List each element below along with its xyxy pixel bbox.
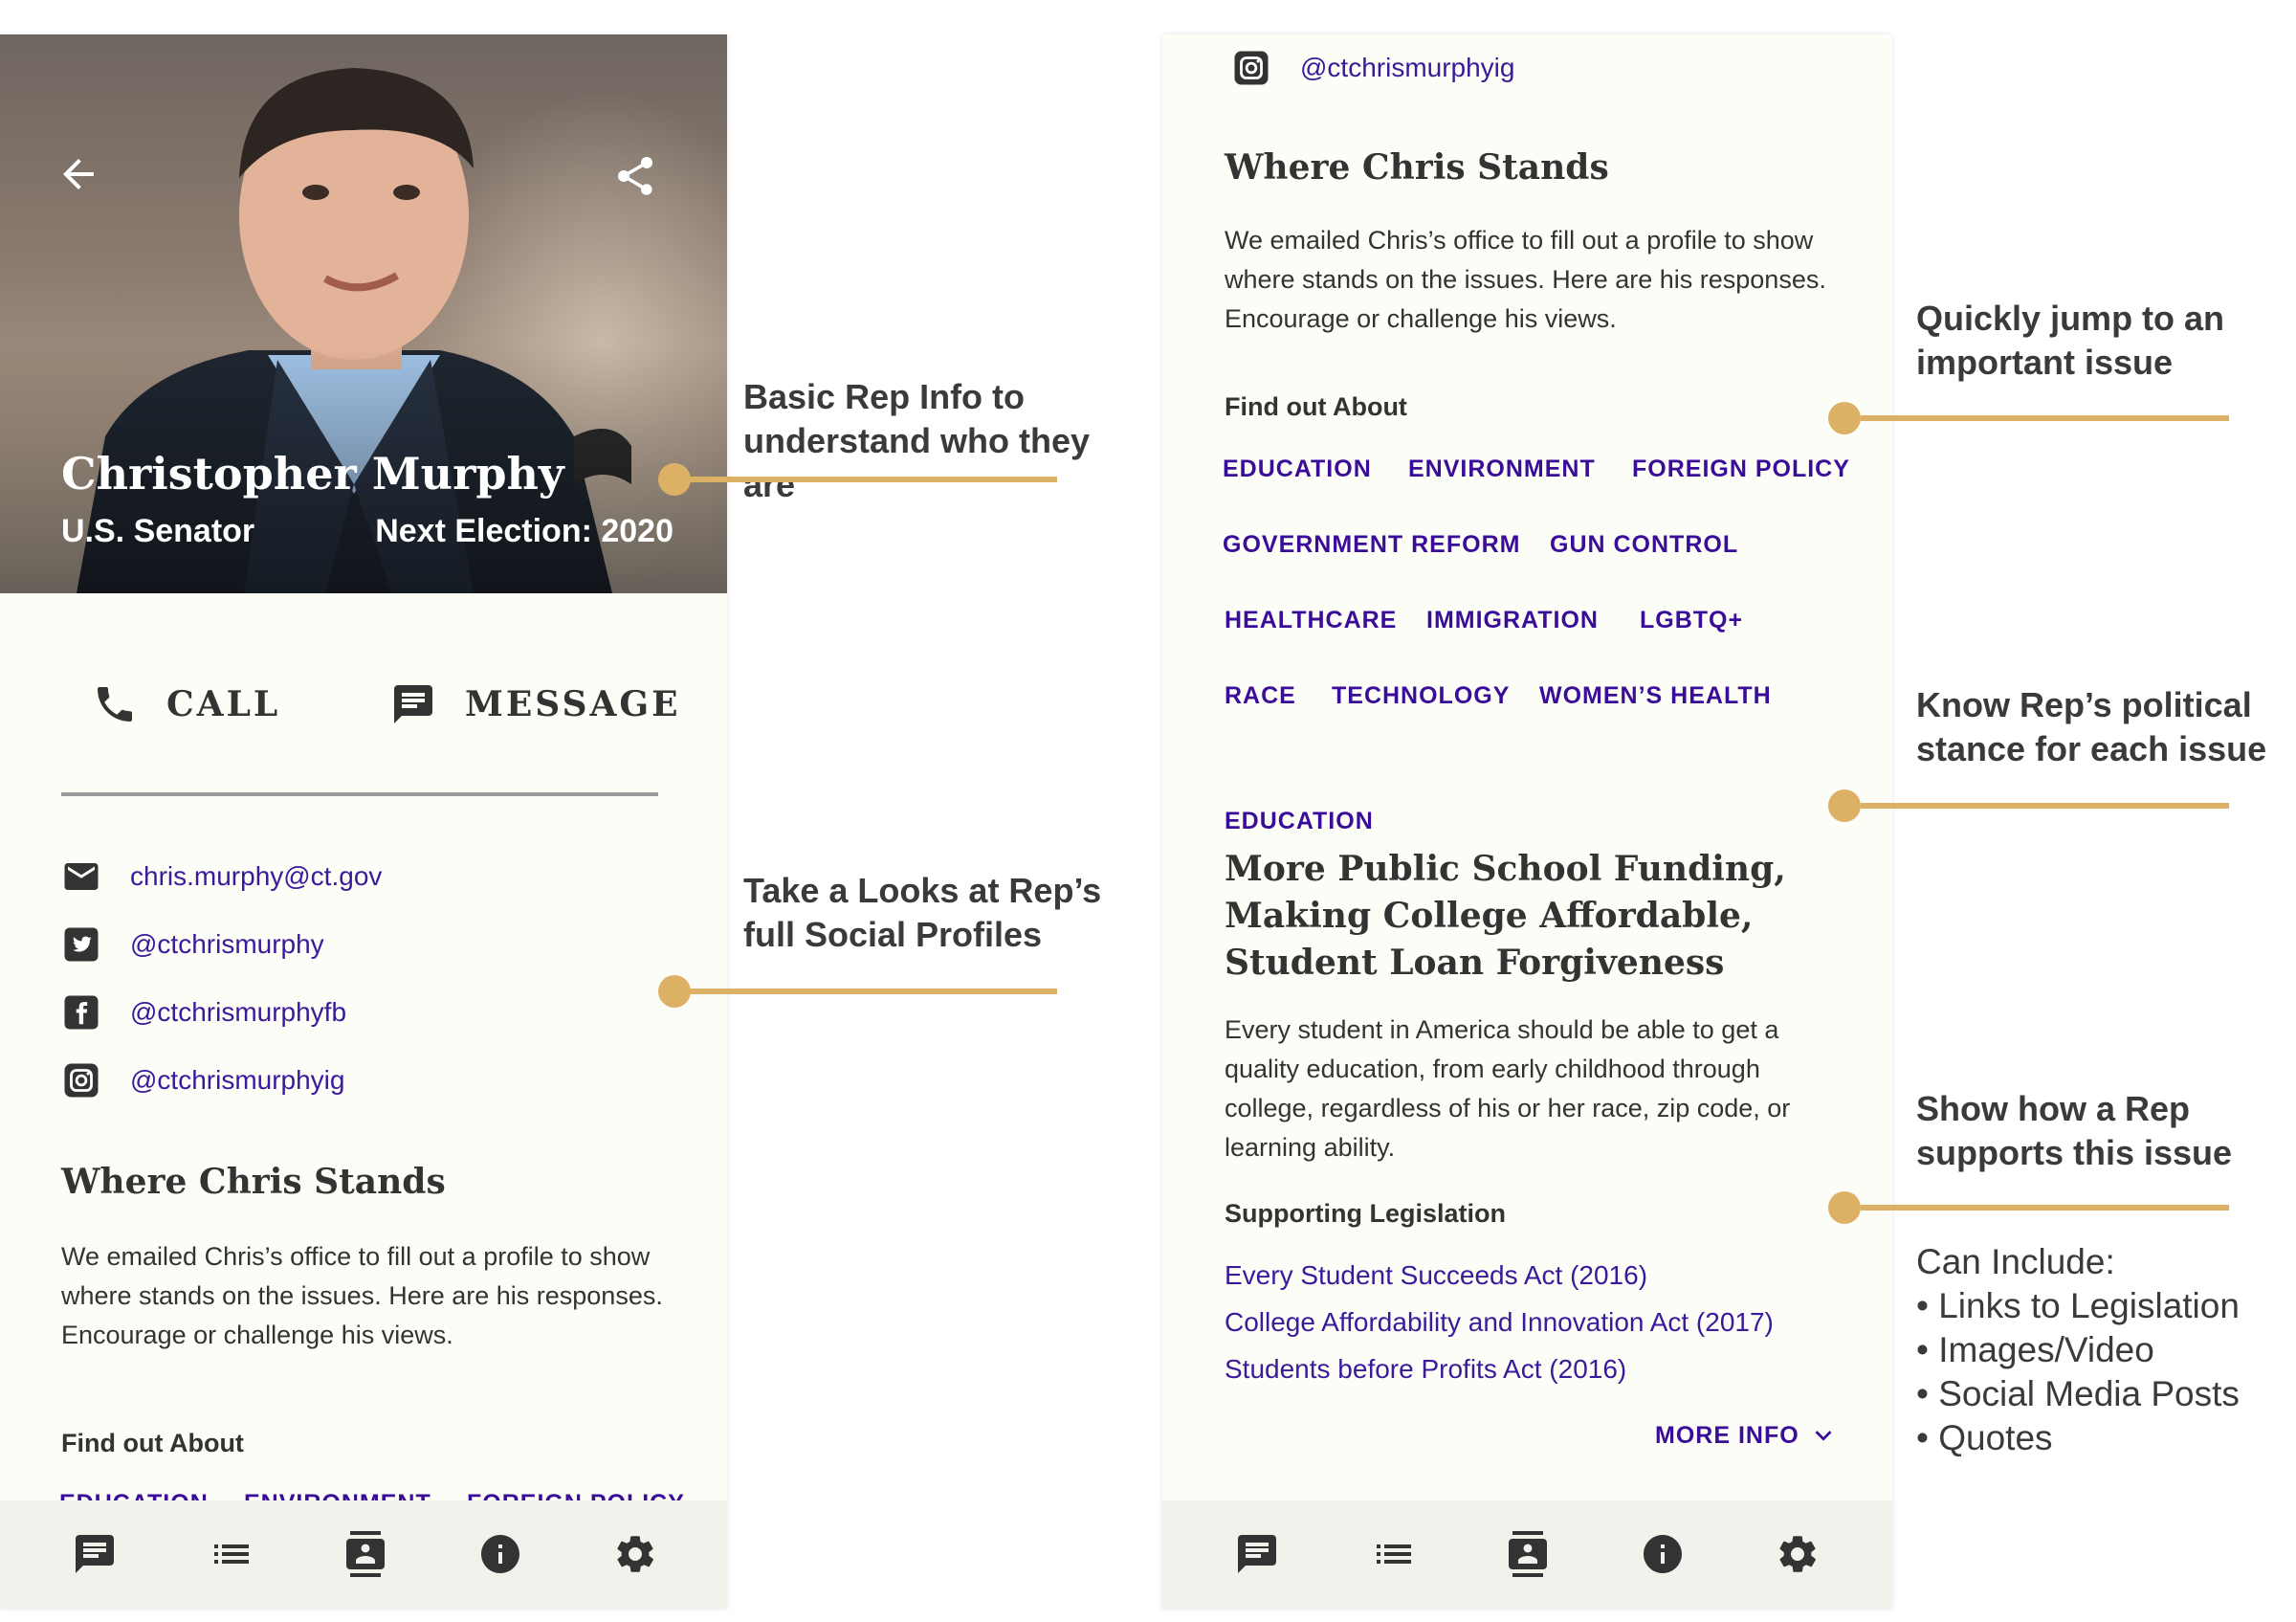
- instagram-link[interactable]: @ctchrismurphyig: [1231, 48, 1514, 88]
- info-icon[interactable]: [477, 1531, 523, 1577]
- rep-photo-header: Christopher Murphy U.S. Senator Next Ele…: [0, 34, 727, 593]
- info-icon[interactable]: [1640, 1531, 1686, 1577]
- message-button[interactable]: MESSAGE: [390, 681, 681, 727]
- topic-healthcare[interactable]: HEALTHCARE: [1225, 607, 1397, 634]
- legislation-label: Supporting Legislation: [1225, 1199, 1506, 1228]
- instagram-handle: @ctchrismurphyig: [1300, 53, 1515, 82]
- message-icon: [394, 685, 432, 723]
- profile-screen: Christopher Murphy U.S. Senator Next Ele…: [0, 34, 727, 1609]
- callout-dot: [1828, 402, 1861, 434]
- issue-screen: @ctchrismurphyig Where Chris Stands We e…: [1162, 34, 1892, 1609]
- issue-body: Every student in America should be able …: [1225, 1015, 1791, 1162]
- list-icon[interactable]: [209, 1531, 254, 1577]
- rep-role: U.S. Senator: [61, 513, 255, 549]
- topic-technology[interactable]: TECHNOLOGY: [1332, 682, 1510, 710]
- can-include-list: Can Include: • Links to Legislation • Im…: [1916, 1240, 2240, 1460]
- callout-line: [674, 477, 1057, 482]
- where-stands-body: We emailed Chris’s office to fill out a …: [61, 1242, 663, 1349]
- share-icon[interactable]: [612, 153, 658, 199]
- topic-environment[interactable]: ENVIRONMENT: [1408, 455, 1596, 483]
- where-stands-title: Where Chris Stands: [61, 1162, 446, 1202]
- topic-gun-control[interactable]: GUN CONTROL: [1550, 531, 1738, 559]
- topic-race[interactable]: RACE: [1225, 682, 1296, 710]
- message-label: MESSAGE: [465, 684, 681, 724]
- more-info-label: MORE INFO: [1655, 1421, 1799, 1449]
- more-info-button[interactable]: MORE INFO: [1655, 1419, 1840, 1452]
- legislation-link[interactable]: College Affordability and Innovation Act…: [1225, 1307, 1774, 1338]
- callout-dot: [658, 975, 691, 1008]
- twitter-link[interactable]: @ctchrismurphy: [61, 924, 324, 965]
- chat-icon[interactable]: [72, 1531, 118, 1577]
- issue-title: More Public School Funding, Making Colle…: [1225, 849, 1786, 983]
- topic-womens-health[interactable]: WOMEN’S HEALTH: [1539, 682, 1772, 710]
- find-out-label: Find out About: [61, 1429, 244, 1457]
- next-election: Next Election: 2020: [375, 513, 673, 549]
- facebook-icon: [64, 995, 99, 1030]
- facebook-link[interactable]: @ctchrismurphyfb: [61, 992, 346, 1033]
- email-link[interactable]: chris.murphy@ct.gov: [61, 856, 382, 897]
- include-item: • Quotes: [1916, 1418, 2053, 1457]
- call-button[interactable]: CALL: [92, 681, 280, 727]
- find-out-label: Find out About: [1225, 392, 1407, 421]
- callout-social: Take a Looks at Rep’s full Social Profil…: [743, 871, 1102, 954]
- issue-category: EDUCATION: [1225, 808, 1374, 834]
- legislation-link[interactable]: Every Student Succeeds Act (2016): [1225, 1260, 1647, 1291]
- call-label: CALL: [166, 684, 281, 724]
- callout-line: [1861, 1205, 2229, 1211]
- callout-dot: [1828, 789, 1861, 822]
- topic-education[interactable]: EDUCATION: [1223, 455, 1372, 483]
- include-item: • Social Media Posts: [1916, 1374, 2240, 1413]
- include-item: • Images/Video: [1916, 1330, 2154, 1369]
- callout-line: [1861, 415, 2229, 421]
- gear-icon[interactable]: [1775, 1531, 1821, 1577]
- callout-support: Show how a Rep supports this issue: [1916, 1089, 2233, 1172]
- list-icon[interactable]: [1371, 1531, 1417, 1577]
- callout-line: [674, 989, 1057, 994]
- email-text: chris.murphy@ct.gov: [130, 861, 383, 891]
- contact-card-icon[interactable]: [342, 1531, 388, 1577]
- topic-immigration[interactable]: IMMIGRATION: [1426, 607, 1599, 634]
- instagram-link[interactable]: @ctchrismurphyig: [61, 1060, 344, 1100]
- phone-icon: [98, 687, 132, 722]
- gear-icon[interactable]: [612, 1531, 658, 1577]
- topic-government-reform[interactable]: GOVERNMENT REFORM: [1223, 531, 1520, 559]
- back-arrow-icon[interactable]: [55, 151, 101, 197]
- can-include-label: Can Include:: [1916, 1242, 2115, 1281]
- callout-dot: [658, 463, 691, 496]
- section-divider: [61, 792, 658, 796]
- callout-line: [1861, 803, 2229, 809]
- chat-icon[interactable]: [1234, 1531, 1280, 1577]
- twitter-icon: [64, 927, 99, 962]
- callout-basic-info: Basic Rep Info to understand who they ar…: [743, 377, 1091, 504]
- facebook-handle: @ctchrismurphyfb: [130, 997, 347, 1027]
- contact-card-icon[interactable]: [1505, 1531, 1551, 1577]
- bottom-nav: [0, 1500, 727, 1609]
- rep-name: Christopher Murphy: [61, 448, 564, 500]
- callout-jump: Quickly jump to an important issue: [1916, 299, 2225, 382]
- where-stands-body: We emailed Chris’s office to fill out a …: [1225, 226, 1826, 333]
- legislation-link[interactable]: Students before Profits Act (2016): [1225, 1354, 1626, 1385]
- instagram-handle: @ctchrismurphyig: [130, 1065, 345, 1095]
- include-item: • Links to Legislation: [1916, 1286, 2240, 1325]
- chevron-down-icon: [1815, 1431, 1832, 1441]
- callout-stance: Know Rep’s political stance for each iss…: [1916, 685, 2267, 768]
- where-stands-title: Where Chris Stands: [1225, 147, 1609, 188]
- instagram-icon: [64, 1063, 99, 1098]
- bottom-nav: [1162, 1500, 1892, 1609]
- instagram-icon: [1234, 51, 1269, 85]
- callout-dot: [1828, 1191, 1861, 1224]
- topic-foreign-policy[interactable]: FOREIGN POLICY: [1632, 455, 1850, 483]
- topic-lgbtq[interactable]: LGBTQ+: [1640, 607, 1743, 634]
- twitter-handle: @ctchrismurphy: [130, 929, 324, 959]
- email-icon: [64, 863, 99, 890]
